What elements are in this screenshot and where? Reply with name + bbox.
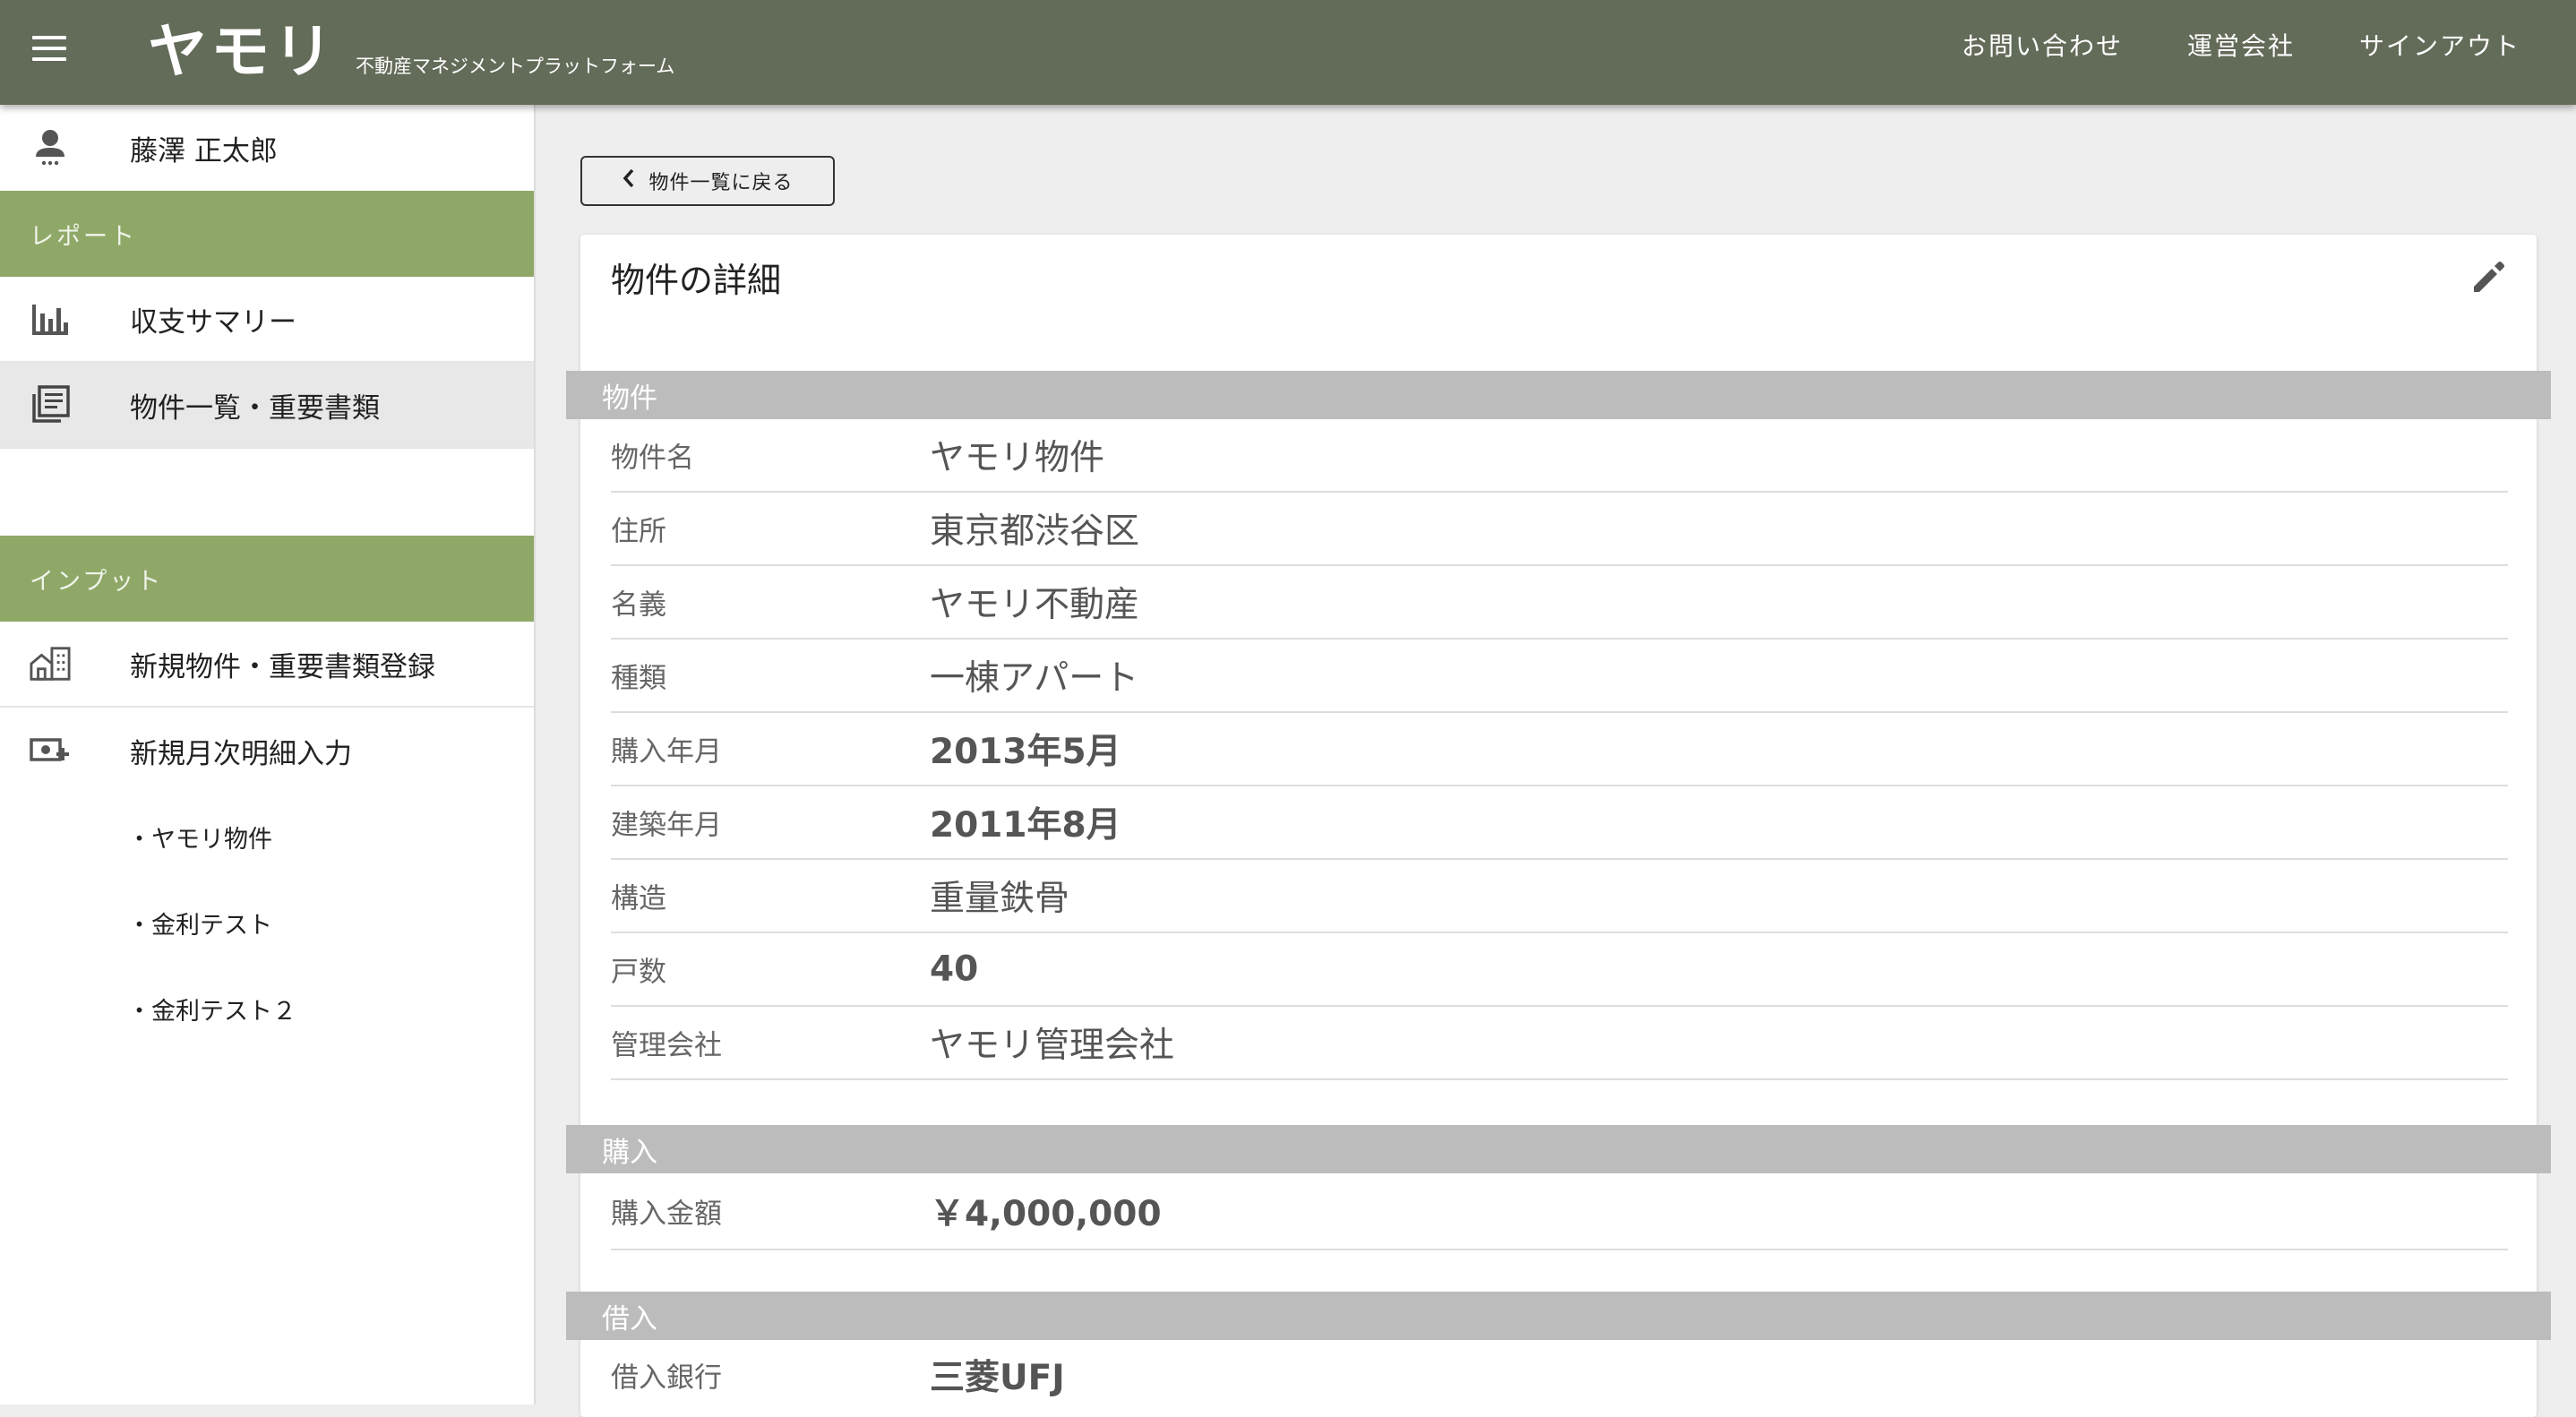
- row-key: 借入銀行: [611, 1361, 722, 1395]
- section-property: 物件: [566, 371, 2551, 419]
- bar-chart-icon: [30, 298, 71, 339]
- row-value: 一棟アパート: [930, 658, 1139, 699]
- row-key: 管理会社: [611, 1029, 722, 1062]
- chevron-left-icon: [622, 167, 636, 194]
- row-key: 戸数: [611, 956, 666, 989]
- detail-row: 借入銀行 三菱UFJ: [611, 1340, 2508, 1410]
- row-value: 重量鉄骨: [930, 879, 1070, 919]
- row-value: 2011年8月: [930, 805, 1121, 846]
- row-value: ヤモリ物件: [930, 438, 1105, 478]
- property-detail-card: 物件の詳細 物件 物件名 ヤモリ物件 住所 東京都渋谷区 名義 ヤモリ不動産 種…: [566, 235, 2551, 1417]
- detail-row: 管理会社 ヤモリ管理会社: [611, 1007, 2508, 1080]
- menu-icon[interactable]: [32, 36, 68, 63]
- row-value: 東京都渋谷区: [930, 511, 1140, 552]
- detail-row: 戸数 40: [611, 933, 2508, 1007]
- card-title: 物件の詳細: [611, 261, 782, 300]
- contact-link[interactable]: お問い合わせ: [1962, 27, 2123, 63]
- sidebar-item-property-list[interactable]: 物件一覧・重要書類: [0, 363, 534, 449]
- user-name: 藤澤 正太郎: [130, 134, 278, 167]
- detail-row: 構造 重量鉄骨: [611, 860, 2508, 933]
- row-value: ヤモリ管理会社: [930, 1026, 1175, 1066]
- logo-mark: ヤモリ: [148, 17, 336, 86]
- sidebar-item-label: 新規物件・重要書類登録: [130, 650, 435, 683]
- detail-row: 種類 一棟アパート: [611, 640, 2508, 713]
- edit-pencil-icon[interactable]: [2469, 258, 2508, 297]
- detail-row: 建築年月 2011年8月: [611, 786, 2508, 860]
- section-report: レポート: [0, 191, 534, 277]
- row-value: ￥4,000,000: [930, 1194, 1162, 1234]
- signout-link[interactable]: サインアウト: [2359, 27, 2520, 63]
- detail-row: 購入年月 2013年5月: [611, 713, 2508, 786]
- sidebar-item-summary[interactable]: 収支サマリー: [0, 277, 534, 363]
- money-add-icon: [30, 730, 71, 771]
- sidebar-item-new-monthly[interactable]: 新規月次明細入力: [0, 708, 534, 794]
- row-key: 購入金額: [611, 1198, 722, 1231]
- row-key: 種類: [611, 662, 666, 695]
- header-nav: お問い合わせ 運営会社 サインアウト: [1962, 27, 2520, 63]
- row-key: 購入年月: [611, 735, 722, 769]
- section-input: インプット: [0, 536, 534, 622]
- document-list-icon: [30, 384, 71, 425]
- row-key: 住所: [611, 515, 666, 548]
- sidebar-item-label: 新規月次明細入力: [130, 737, 352, 770]
- back-to-list-button[interactable]: 物件一覧に戻る: [580, 156, 835, 206]
- sidebar-item-label: 収支サマリー: [130, 305, 296, 339]
- row-key: 名義: [611, 588, 666, 622]
- row-key: 構造: [611, 882, 666, 915]
- row-value: 三菱UFJ: [930, 1358, 1065, 1398]
- person-icon: [30, 127, 71, 168]
- row-value: ヤモリ不動産: [930, 585, 1140, 625]
- row-key: 物件名: [611, 442, 694, 475]
- section-loan: 借入: [566, 1292, 2551, 1340]
- app-logo[interactable]: ヤモリ 不動産マネジメントプラットフォーム: [148, 7, 674, 97]
- detail-row: 住所 東京都渋谷区: [611, 493, 2508, 566]
- row-key: 建築年月: [611, 809, 722, 842]
- app-header: ヤモリ 不動産マネジメントプラットフォーム お問い合わせ 運営会社 サインアウト: [0, 0, 2576, 105]
- sidebar-item-label: 物件一覧・重要書類: [130, 391, 380, 425]
- detail-row: 物件名 ヤモリ物件: [611, 419, 2508, 493]
- sidebar-item-new-property[interactable]: 新規物件・重要書類登録: [0, 622, 534, 708]
- sidebar-subitem-kinri-test-2[interactable]: ・金利テスト２: [0, 966, 534, 1052]
- sidebar: 藤澤 正太郎 レポート 収支サマリー 物件一覧・重要書類 インプット 新規物件・…: [0, 105, 536, 1404]
- sidebar-subitem-kinri-test[interactable]: ・金利テスト: [0, 880, 534, 966]
- sidebar-subitem-yamori[interactable]: ・ヤモリ物件: [0, 794, 534, 880]
- sidebar-user[interactable]: 藤澤 正太郎: [0, 105, 534, 191]
- row-value: 2013年5月: [930, 732, 1121, 772]
- company-link[interactable]: 運営会社: [2187, 27, 2295, 63]
- row-value: 40: [930, 949, 979, 990]
- building-icon: [30, 643, 71, 684]
- back-button-label: 物件一覧に戻る: [648, 172, 794, 194]
- detail-row: 名義 ヤモリ不動産: [611, 566, 2508, 640]
- section-purchase: 購入: [566, 1125, 2551, 1173]
- detail-row: 購入金額 ￥4,000,000: [611, 1173, 2508, 1250]
- logo-subtitle: 不動産マネジメントプラットフォーム: [356, 56, 675, 77]
